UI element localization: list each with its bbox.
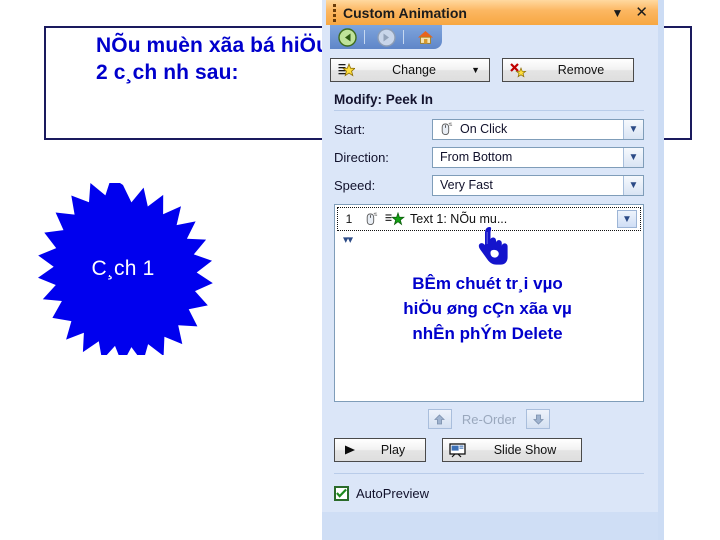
change-effect-icon [335, 62, 357, 78]
pane-footer-strip [322, 512, 659, 540]
animation-item-label: Text 1: NÕu mu... [410, 212, 508, 226]
animation-order-number: 1 [345, 212, 353, 226]
back-arrow-icon[interactable] [334, 27, 360, 47]
modify-effect-header: Modify: Peek In [334, 92, 644, 111]
start-value: On Click [460, 122, 508, 136]
animation-list-item[interactable]: 1 Text 1: NÕu mu... ▼ [337, 207, 641, 231]
playback-buttons-row: Play Slide Show [334, 438, 644, 464]
speed-label: Speed: [334, 177, 376, 193]
animation-list[interactable]: 1 Text 1: NÕu mu... ▼ ▾▾ BÊm chuét tr¸i … [334, 204, 644, 402]
start-combobox[interactable]: On Click ▼ [432, 118, 644, 140]
slide-show-button-label: Slide Show [493, 443, 557, 457]
autopreview-row[interactable]: AutoPreview [334, 483, 644, 503]
direction-combobox[interactable]: From Bottom ▼ [432, 146, 644, 168]
remove-button[interactable]: Remove [502, 58, 634, 82]
direction-label: Direction: [334, 149, 389, 165]
speed-value: Very Fast [440, 178, 493, 192]
remove-button-label: Remove [557, 63, 605, 77]
change-button-label: Change [392, 63, 436, 77]
bottom-separator [334, 473, 644, 474]
direction-value: From Bottom [440, 150, 513, 164]
pane-nav-strip [326, 25, 658, 49]
double-chevron-down-icon[interactable]: ▾▾ [343, 235, 353, 246]
chevron-down-icon[interactable]: ▼ [471, 65, 480, 75]
slide-show-button[interactable]: Slide Show [442, 438, 582, 462]
remove-effect-icon [507, 62, 529, 78]
start-label: Start: [334, 121, 366, 137]
nav-separator [403, 30, 404, 44]
star-burst-shape[interactable]: C¸ch 1 [16, 183, 230, 355]
reorder-label: Re-Order [461, 411, 517, 427]
speed-field-row: Speed: Very Fast ▼ [334, 174, 644, 196]
autopreview-checkbox[interactable] [334, 485, 349, 501]
play-button[interactable]: Play [334, 438, 426, 462]
mouse-icon [360, 212, 382, 226]
pane-title-bar[interactable]: Custom Animation ▼ ✕ [326, 0, 658, 25]
play-triangle-icon [339, 444, 361, 456]
pane-title-label: Custom Animation [343, 4, 467, 21]
instruction-note-text: BÊm chuét tr¸i vµo hiÖu øng cÇn xãa vµ n… [403, 274, 572, 343]
change-button[interactable]: Change ▼ [330, 58, 490, 82]
chevron-down-icon[interactable]: ▼ [623, 175, 643, 195]
close-icon[interactable]: ✕ [635, 5, 648, 20]
speed-combobox[interactable]: Very Fast ▼ [432, 174, 644, 196]
start-field-row: Start: On Click ▼ [334, 118, 644, 140]
reorder-row: Re-Order [334, 408, 644, 430]
drag-grip-icon[interactable] [330, 3, 339, 22]
mouse-click-icon [436, 122, 456, 136]
pane-right-edge [658, 0, 664, 540]
nav-separator [364, 30, 365, 44]
chevron-down-icon[interactable]: ▼ [612, 7, 624, 19]
chevron-down-icon[interactable]: ▼ [623, 147, 643, 167]
direction-field-row: Direction: From Bottom ▼ [334, 146, 644, 168]
forward-arrow-icon[interactable] [373, 27, 399, 47]
chevron-down-icon[interactable]: ▼ [617, 210, 637, 228]
effect-buttons-row: Change ▼ Remove [326, 58, 658, 84]
play-button-label: Play [380, 443, 406, 457]
slide-show-icon [447, 442, 469, 458]
home-icon[interactable] [412, 27, 438, 47]
custom-animation-task-pane: Custom Animation ▼ ✕ Change ▼ Remove Mod… [322, 0, 664, 540]
star-burst-icon [38, 183, 213, 355]
arrow-up-icon[interactable] [427, 409, 452, 429]
green-star-icon [382, 211, 408, 227]
checkmark-icon [336, 488, 347, 498]
autopreview-label: AutoPreview [356, 485, 429, 501]
chevron-down-icon[interactable]: ▼ [623, 119, 643, 139]
pane-nav-group [330, 25, 442, 49]
arrow-down-icon[interactable] [526, 409, 551, 429]
